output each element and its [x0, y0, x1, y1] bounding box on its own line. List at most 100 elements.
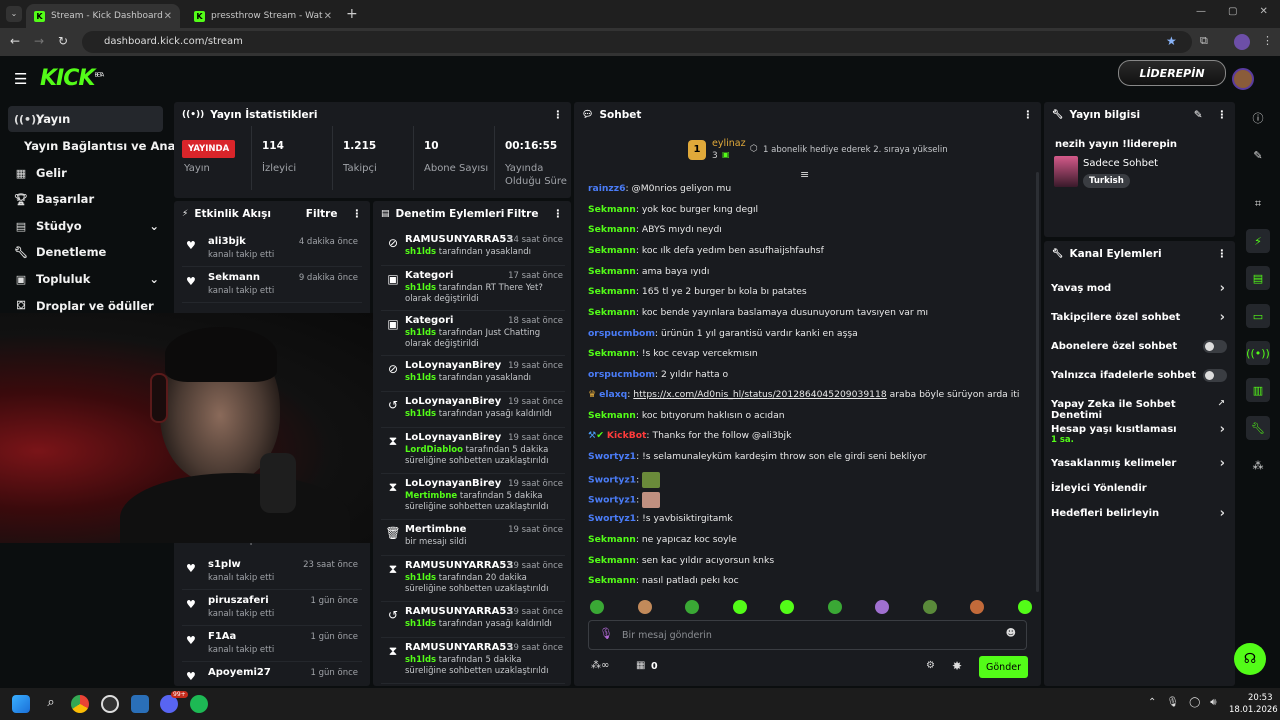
more-icon[interactable]: ⋮	[1023, 109, 1034, 121]
bookmark-star-icon[interactable]: ★	[1166, 34, 1177, 48]
chrome-icon[interactable]	[71, 695, 89, 713]
chat-username[interactable]: Sekmann	[588, 410, 636, 421]
extensions-icon[interactable]: ⧉	[1200, 34, 1208, 48]
mod-action-target[interactable]: RAMUSUNYARRA53	[405, 560, 513, 571]
chat-username[interactable]: rainzz6	[588, 183, 626, 194]
minimize-icon[interactable]: —	[1196, 6, 1206, 17]
edit-icon[interactable]: ✎	[1194, 109, 1203, 121]
chat-link[interactable]: https://x.com/Ad0nis_hl/status/201286404…	[633, 389, 886, 400]
channel-action-item[interactable]: Abonelere özel sohbet	[1051, 340, 1229, 353]
close-icon[interactable]: ✕	[164, 11, 172, 22]
event-user[interactable]: piruszaferi	[208, 595, 269, 606]
channel-action-item[interactable]: Takipçilere özel sohbet ›	[1051, 310, 1229, 325]
mod-actor[interactable]: Mertimbne	[405, 491, 457, 501]
sidebar-item-basarilar[interactable]: 🏆︎ Başarılar	[8, 186, 163, 212]
chat-username[interactable]: Sekmann	[588, 286, 636, 297]
collapse-pinned-icon[interactable]: ≡	[800, 168, 809, 181]
forward-icon[interactable]: →	[34, 34, 44, 48]
chat-username[interactable]: Swortyz1	[588, 513, 636, 524]
channel-action-item[interactable]: Hesap yaşı kısıtlaması 1 sa. ›	[1051, 422, 1229, 445]
quick-action-layout-icon[interactable]: ▥	[1246, 378, 1270, 402]
back-icon[interactable]: ←	[10, 34, 20, 48]
windows-start-icon[interactable]	[12, 695, 30, 713]
user-avatar[interactable]	[1232, 68, 1254, 90]
emote-button[interactable]	[922, 600, 937, 614]
obs-icon[interactable]	[101, 695, 119, 713]
mod-action-target[interactable]: LoLoynayanBirey	[405, 478, 501, 489]
emoji-icon[interactable]: ☻	[1006, 628, 1016, 639]
mod-action-target[interactable]: RAMUSUNYARRA53	[405, 234, 513, 245]
info-icon[interactable]: ⓘ	[1246, 106, 1270, 130]
chat-username[interactable]: Swortyz1	[588, 475, 636, 486]
sidebar-item-gelir[interactable]: ▦ Gelir	[8, 160, 163, 186]
send-button[interactable]: Gönder	[979, 656, 1028, 678]
settings-gear-icon[interactable]: ⚙	[926, 660, 935, 671]
mod-actor[interactable]: sh1lds	[405, 619, 436, 629]
more-icon[interactable]: ⋮	[553, 208, 564, 220]
chat-username[interactable]: Sekmann	[588, 245, 636, 256]
channel-action-item[interactable]: Yasaklanmış kelimeler ›	[1051, 456, 1229, 471]
more-icon[interactable]: ⋮	[553, 109, 564, 121]
channel-action-item[interactable]: Hedefleri belirleyin ›	[1051, 506, 1229, 521]
sidebar-item-denetleme[interactable]: 🔧︎ Denetleme	[8, 239, 163, 265]
chat-username[interactable]: Sekmann	[588, 555, 636, 566]
emote-button[interactable]	[685, 600, 699, 614]
quick-action-chat-icon[interactable]: ▭	[1246, 304, 1270, 328]
quick-action-bolt-icon[interactable]: ⚡︎	[1246, 229, 1270, 253]
spotify-icon[interactable]	[190, 695, 208, 713]
event-user[interactable]: F1Aa	[208, 631, 236, 642]
mod-action-target[interactable]: Kategori	[405, 270, 453, 281]
sidebar-item-topluluk[interactable]: ▣ Topluluk ⌄	[8, 266, 163, 292]
mod-tools-icon[interactable]: ✸	[952, 659, 962, 673]
mod-actor[interactable]: sh1lds	[405, 573, 436, 583]
mod-actor[interactable]: sh1lds	[405, 283, 436, 293]
mod-action-target[interactable]: LoLoynayanBirey	[405, 360, 501, 371]
sidebar-item-yayin[interactable]: ((•)) Yayın	[8, 106, 163, 132]
chat-username[interactable]: Swortyz1	[588, 451, 636, 462]
chat-username[interactable]: Swortyz1	[588, 495, 636, 506]
chat-username[interactable]: Sekmann	[588, 534, 636, 545]
tab-kick-dashboard[interactable]: K Stream - Kick Dashboard ✕	[26, 4, 180, 28]
chat-input[interactable]: 🎙︎ Bir mesaj gönderin ☻	[588, 620, 1027, 650]
event-user[interactable]: Sekmann	[208, 272, 260, 283]
more-icon[interactable]: ⋮	[1217, 248, 1228, 260]
emote-button[interactable]	[590, 600, 604, 614]
channel-action-item[interactable]: Yapay Zeka ile Sohbet Denetimi ↗	[1051, 399, 1229, 421]
sidebar-item-stream-key[interactable]: Yayın Bağlantısı ve Anahtarı	[18, 133, 206, 159]
emote-button[interactable]	[827, 600, 842, 614]
mod-actor[interactable]: sh1lds	[405, 328, 436, 338]
mod-actor[interactable]: sh1lds	[405, 373, 436, 383]
chat-username[interactable]: Sekmann	[588, 348, 636, 359]
toggle-switch[interactable]	[1203, 340, 1227, 353]
mic-icon[interactable]: 🎙︎	[1166, 697, 1179, 708]
mic-icon[interactable]: 🎙︎	[599, 627, 613, 640]
mod-action-target[interactable]: LoLoynayanBirey	[405, 396, 501, 407]
filter-button[interactable]: Filtre	[507, 208, 539, 220]
more-icon[interactable]: ⋮	[1217, 109, 1228, 121]
filter-button[interactable]: Filtre	[306, 208, 338, 220]
chat-username[interactable]: Sekmann	[588, 266, 636, 277]
chat-username[interactable]: Sekmann	[588, 204, 636, 215]
event-user[interactable]: s1plw	[208, 559, 241, 570]
points-icon[interactable]: ⁂∞	[591, 660, 609, 671]
maximize-icon[interactable]: ▢	[1228, 6, 1237, 17]
hamburger-menu-icon[interactable]: ☰	[14, 70, 27, 88]
close-window-icon[interactable]: ✕	[1259, 6, 1267, 17]
reload-icon[interactable]: ↻	[58, 34, 68, 48]
more-icon[interactable]: ⋮	[352, 208, 363, 220]
kick-logo[interactable]: KICKBETA	[40, 66, 104, 91]
mod-action-target[interactable]: RAMUSUNYARRA53	[405, 642, 513, 653]
channel-action-item[interactable]: Yalnızca ifadelerle sohbet	[1051, 369, 1229, 382]
store-icon[interactable]: ▦	[636, 660, 645, 671]
channel-action-item[interactable]: Yavaş mod ›	[1051, 281, 1229, 296]
chat-username[interactable]: KickBot	[607, 430, 647, 441]
volume-icon[interactable]: 🔊︎	[1210, 697, 1216, 708]
mod-action-target[interactable]: RAMUSUNYARRA53	[405, 606, 513, 617]
emote-button[interactable]	[970, 600, 984, 614]
mod-actor[interactable]: sh1lds	[405, 409, 436, 419]
mod-action-target[interactable]: Mertimbne	[405, 524, 466, 535]
support-chat-icon[interactable]: ☊	[1234, 643, 1266, 675]
chevron-up-icon[interactable]: ⌃	[1148, 697, 1156, 708]
tab-pressthrow[interactable]: K pressthrow Stream - Watch Live ✕	[186, 4, 340, 28]
new-tab-icon[interactable]: +	[346, 6, 358, 22]
